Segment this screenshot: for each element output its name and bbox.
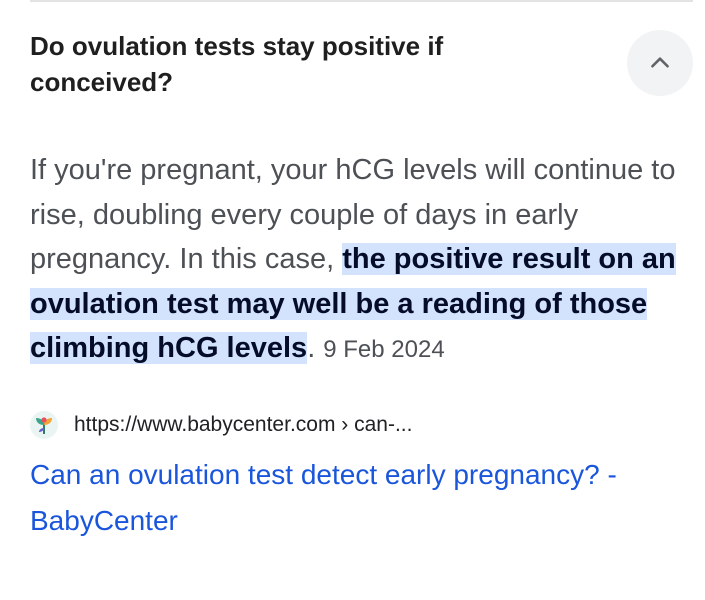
source-row[interactable]: https://www.babycenter.com › can-...: [30, 407, 412, 443]
source-url[interactable]: https://www.babycenter.com › can-...: [74, 413, 412, 437]
top-divider: [30, 0, 693, 2]
chevron-up-icon: [651, 57, 669, 68]
question-title[interactable]: Do ovulation tests stay positive if conc…: [30, 28, 550, 100]
collapse-button[interactable]: [627, 30, 693, 96]
answer-snippet: If you're pregnant, your hCG levels will…: [30, 148, 700, 373]
question-header[interactable]: Do ovulation tests stay positive if conc…: [30, 28, 695, 108]
babycenter-icon: [30, 411, 58, 439]
search-result-panel: Do ovulation tests stay positive if conc…: [0, 0, 705, 600]
answer-text-end: .: [307, 332, 316, 364]
result-title-link[interactable]: Can an ovulation test detect early pregn…: [30, 452, 690, 544]
answer-date: 9 Feb 2024: [323, 336, 445, 363]
